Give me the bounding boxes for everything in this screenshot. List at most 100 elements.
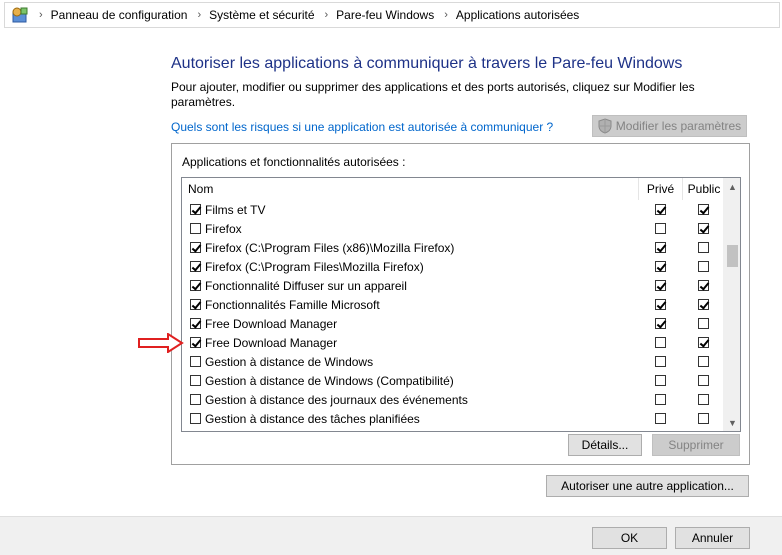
allow-other-app-button[interactable]: Autoriser une autre application... [546,475,749,497]
delete-button[interactable]: Supprimer [652,434,740,456]
app-row[interactable]: Gestion à distance des journaux des évén… [182,390,725,409]
app-enabled-checkbox[interactable] [190,413,201,424]
column-header-name[interactable]: Nom [182,178,638,200]
app-name-cell: Fonctionnalité Diffuser sur un appareil [182,279,638,293]
private-cell [638,223,682,234]
control-panel-icon [11,6,29,24]
app-row[interactable]: Firefox [182,219,725,238]
private-checkbox[interactable] [654,375,666,386]
public-checkbox[interactable] [698,261,709,272]
app-enabled-checkbox[interactable] [190,223,201,234]
private-cell [638,299,682,310]
details-button[interactable]: Détails... [568,434,642,456]
allowed-apps-list[interactable]: Nom Privé Public Films et TV Firefox Firef… [181,177,741,432]
private-checkbox[interactable] [654,318,666,329]
public-checkbox[interactable] [698,413,709,424]
app-enabled-checkbox[interactable] [190,299,201,310]
public-checkbox[interactable] [698,204,709,215]
private-checkbox[interactable] [654,223,666,234]
private-checkbox[interactable] [654,280,666,291]
app-row[interactable]: Gestion à distance de Windows [182,352,725,371]
app-row[interactable]: Fonctionnalité Diffuser sur un appareil [182,276,725,295]
app-name: Gestion à distance de Windows [205,354,374,369]
private-checkbox[interactable] [654,413,666,424]
app-enabled-checkbox[interactable] [190,375,201,386]
scroll-up-icon[interactable]: ▲ [724,178,740,195]
app-enabled-checkbox[interactable] [190,394,201,405]
breadcrumb-item[interactable]: Applications autorisées [456,8,579,22]
breadcrumb: › Panneau de configuration › Système et séc… [29,8,579,22]
public-cell [682,356,725,367]
app-enabled-checkbox[interactable] [190,280,201,291]
app-row[interactable]: Free Download Manager [182,314,725,333]
breadcrumb-separator-icon[interactable]: › [39,9,43,21]
private-checkbox[interactable] [654,204,666,215]
risk-help-link[interactable]: Quels sont les risques si une applicatio… [171,120,553,134]
app-enabled-checkbox[interactable] [190,261,201,272]
private-checkbox[interactable] [654,299,666,310]
app-name-cell: Fonctionnalités Famille Microsoft [182,298,638,312]
app-rows: Films et TV Firefox Firefox (C:\Program Fi… [182,200,725,428]
vertical-scrollbar[interactable]: ▲ ▼ [723,178,740,431]
app-name-cell: Free Download Manager [182,317,638,331]
public-checkbox[interactable] [698,280,709,291]
app-enabled-checkbox[interactable] [190,356,201,367]
modify-settings-button[interactable]: Modifier les paramètres [592,115,747,137]
public-cell [682,413,725,424]
private-checkbox[interactable] [654,337,666,348]
public-checkbox[interactable] [698,356,709,367]
public-checkbox[interactable] [698,223,709,234]
public-cell [682,394,725,405]
column-header-private[interactable]: Privé [638,178,682,200]
page-description: Pour ajouter, modifier ou supprimer des … [171,80,695,109]
app-row[interactable]: Films et TV [182,200,725,219]
breadcrumb-item[interactable]: Système et sécurité [209,8,314,22]
column-header-public[interactable]: Public [682,178,725,200]
app-name: Fonctionnalités Famille Microsoft [205,297,380,312]
breadcrumb-item[interactable]: Panneau de configuration [51,8,188,22]
public-cell [682,375,725,386]
app-row[interactable]: Fonctionnalités Famille Microsoft [182,295,725,314]
public-checkbox[interactable] [698,394,709,405]
breadcrumb-item[interactable]: Pare-feu Windows [336,8,434,22]
public-cell [682,261,725,272]
public-checkbox[interactable] [698,375,709,386]
private-checkbox[interactable] [654,394,666,405]
private-checkbox[interactable] [654,261,666,272]
app-row[interactable]: Free Download Manager [182,333,725,352]
breadcrumb-separator-icon[interactable]: › [444,9,448,21]
scroll-down-icon[interactable]: ▼ [724,414,740,431]
app-enabled-checkbox[interactable] [190,242,201,253]
allowed-apps-group: Applications et fonctionnalités autorisé… [171,143,750,465]
breadcrumb-separator-icon[interactable]: › [325,9,329,21]
app-row[interactable]: Firefox (C:\Program Files\Mozilla Firefo… [182,257,725,276]
breadcrumb-separator-icon[interactable]: › [197,9,201,21]
app-name-cell: Firefox (C:\Program Files (x86)\Mozilla … [182,241,638,255]
scroll-thumb[interactable] [727,245,738,267]
app-row[interactable]: Gestion à distance des tâches planifiées [182,409,725,428]
app-enabled-checkbox[interactable] [190,337,201,348]
private-cell [638,356,682,367]
public-checkbox[interactable] [698,299,709,310]
private-checkbox[interactable] [654,356,666,367]
private-cell [638,375,682,386]
app-name: Free Download Manager [205,316,338,331]
ok-button[interactable]: OK [592,527,667,549]
public-checkbox[interactable] [698,337,709,348]
app-name-cell: Gestion à distance de Windows [182,355,638,369]
private-cell [638,204,682,215]
app-name: Gestion à distance des tâches planifiées [205,411,420,426]
list-header: Nom Privé Public [182,178,725,200]
app-enabled-checkbox[interactable] [190,318,201,329]
public-checkbox[interactable] [698,242,709,253]
private-checkbox[interactable] [654,242,666,253]
app-row[interactable]: Firefox (C:\Program Files (x86)\Mozilla … [182,238,725,257]
cancel-button[interactable]: Annuler [675,527,750,549]
app-enabled-checkbox[interactable] [190,204,201,215]
address-bar[interactable]: › Panneau de configuration › Système et séc… [4,2,780,28]
red-arrow-annotation-icon [138,333,184,353]
app-row[interactable]: Gestion à distance de Windows (Compatibi… [182,371,725,390]
modify-settings-label: Modifier les paramètres [615,119,742,133]
public-checkbox[interactable] [698,318,709,329]
public-cell [682,299,725,310]
